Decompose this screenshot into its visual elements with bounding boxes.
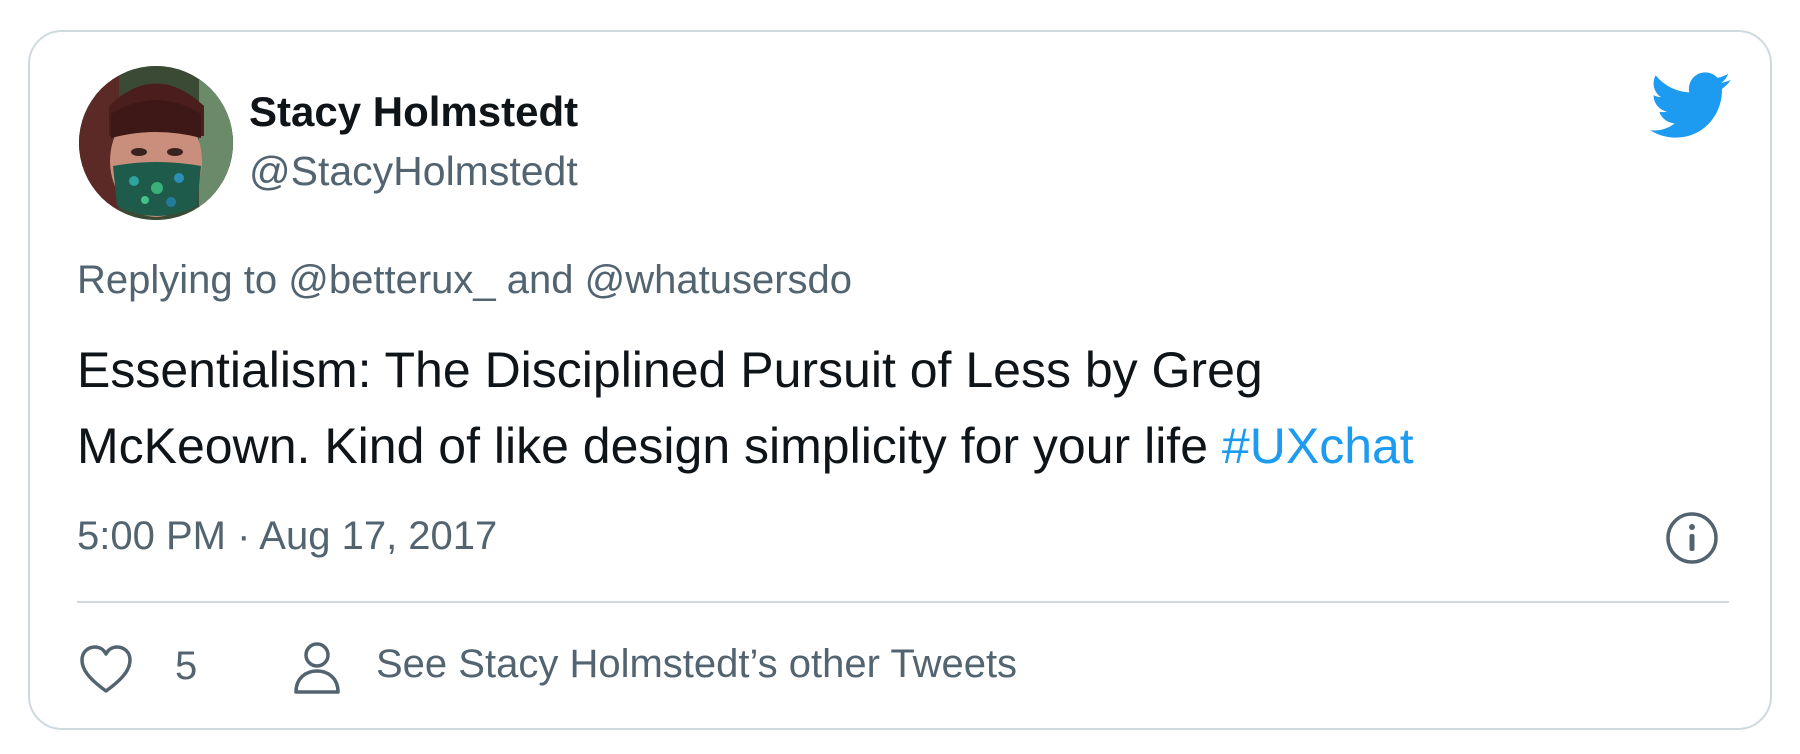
avatar[interactable] [79, 66, 233, 220]
divider [77, 601, 1729, 603]
display-name[interactable]: Stacy Holmstedt [249, 88, 578, 136]
replying-and: and [506, 258, 574, 302]
reply-mention-whatusersdo[interactable]: @whatusersdo [585, 258, 852, 302]
tweet-text: Essentialism: The Disciplined Pursuit of… [77, 332, 1737, 484]
replying-prefix: Replying to [77, 258, 278, 302]
tweet-card[interactable]: Stacy Holmstedt @StacyHolmstedt Replying… [28, 30, 1772, 730]
replying-to: Replying to @betterux_ and @whatusersdo [77, 258, 852, 303]
tweet-timestamp[interactable]: 5:00 PM · Aug 17, 2017 [77, 514, 497, 559]
tweet-text-line-2: McKeown. Kind of like design simplicity … [77, 408, 1737, 484]
twitter-bird-icon[interactable] [1650, 72, 1732, 140]
tweet-text-line-1: Essentialism: The Disciplined Pursuit of… [77, 342, 1263, 398]
reply-mention-betterux[interactable]: @betterux_ [288, 258, 495, 302]
hashtag-link[interactable]: #UXchat [1222, 418, 1414, 474]
user-icon[interactable] [292, 640, 342, 696]
info-icon[interactable] [1664, 510, 1720, 566]
tweet-text-line-2-body: McKeown. Kind of like design simplicity … [77, 418, 1209, 474]
user-handle[interactable]: @StacyHolmstedt [249, 148, 578, 195]
like-count: 5 [175, 644, 198, 688]
other-tweets-link[interactable]: See Stacy Holmstedt’s other Tweets [376, 642, 1017, 687]
heart-icon[interactable] [78, 644, 134, 696]
